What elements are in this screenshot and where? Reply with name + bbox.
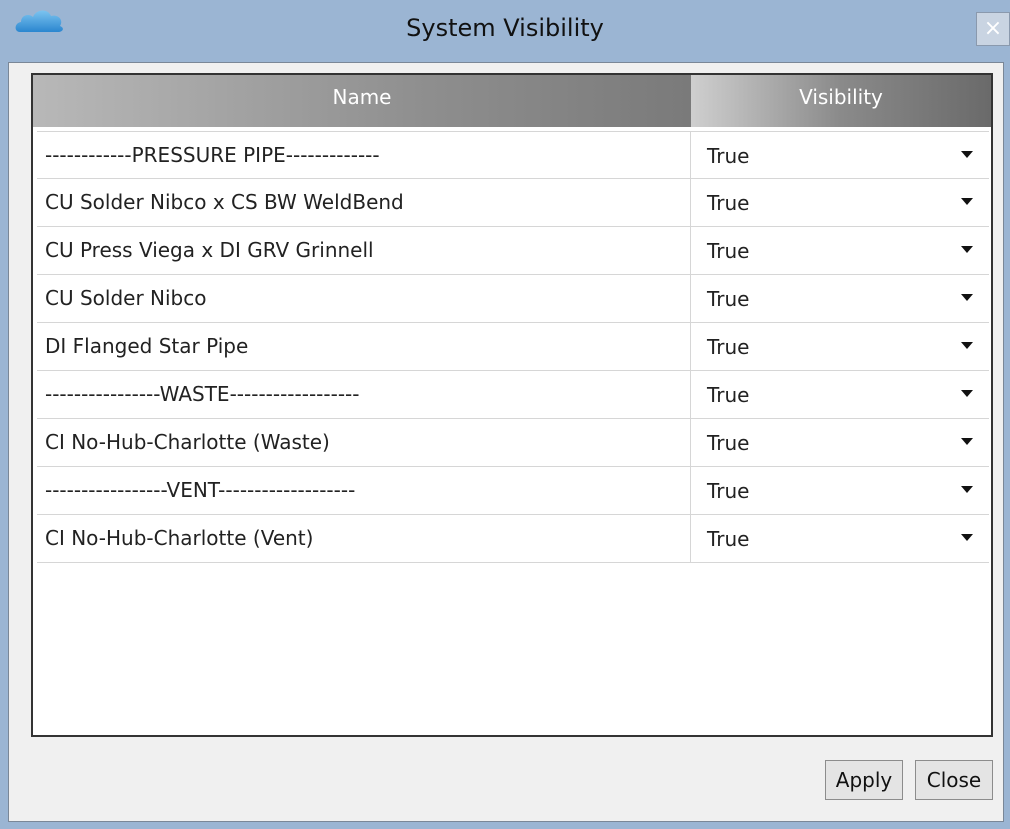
close-window-icon[interactable]: ×: [976, 12, 1010, 46]
visibility-dropdown[interactable]: True: [691, 467, 989, 514]
visibility-dropdown[interactable]: True: [691, 371, 989, 418]
visibility-dropdown[interactable]: True: [691, 323, 989, 370]
table-row[interactable]: CI No-Hub-Charlotte (Vent) True: [37, 515, 989, 563]
system-name-cell[interactable]: DI Flanged Star Pipe: [37, 323, 691, 370]
visibility-value: True: [707, 239, 750, 263]
table-row[interactable]: ----------------WASTE------------------ …: [37, 371, 989, 419]
chevron-down-icon[interactable]: [961, 390, 973, 397]
chevron-down-icon[interactable]: [961, 198, 973, 205]
table-row[interactable]: CI No-Hub-Charlotte (Waste) True: [37, 419, 989, 467]
visibility-value: True: [707, 383, 750, 407]
visibility-value: True: [707, 479, 750, 503]
table-row[interactable]: ------------PRESSURE PIPE------------- T…: [37, 131, 989, 179]
dialog-window: System Visibility × Name Visibility ----…: [0, 0, 1010, 829]
table-row[interactable]: DI Flanged Star Pipe True: [37, 323, 989, 371]
visibility-value: True: [707, 144, 750, 168]
visibility-dropdown[interactable]: True: [691, 132, 989, 179]
column-header-visibility[interactable]: Visibility: [691, 75, 991, 127]
system-name-cell[interactable]: ------------PRESSURE PIPE-------------: [37, 132, 691, 179]
system-grid: Name Visibility ------------PRESSURE PIP…: [31, 73, 993, 737]
dialog-body: Name Visibility ------------PRESSURE PIP…: [8, 62, 1004, 822]
window-title: System Visibility: [406, 14, 604, 42]
system-name-cell[interactable]: CI No-Hub-Charlotte (Waste): [37, 419, 691, 466]
table-row[interactable]: CU Solder Nibco True: [37, 275, 989, 323]
system-name-cell[interactable]: -----------------VENT-------------------: [37, 467, 691, 514]
visibility-value: True: [707, 335, 750, 359]
chevron-down-icon[interactable]: [961, 438, 973, 445]
close-button[interactable]: Close: [915, 760, 993, 800]
table-row[interactable]: -----------------VENT-------------------…: [37, 467, 989, 515]
table-row[interactable]: CU Press Viega x DI GRV Grinnell True: [37, 227, 989, 275]
system-name-cell[interactable]: CU Press Viega x DI GRV Grinnell: [37, 227, 691, 274]
chevron-down-icon[interactable]: [961, 151, 973, 158]
grid-rows: ------------PRESSURE PIPE------------- T…: [37, 131, 989, 563]
chevron-down-icon[interactable]: [961, 246, 973, 253]
visibility-value: True: [707, 527, 750, 551]
system-name-cell[interactable]: CU Solder Nibco x CS BW WeldBend: [37, 179, 691, 226]
visibility-value: True: [707, 431, 750, 455]
table-row[interactable]: CU Solder Nibco x CS BW WeldBend True: [37, 179, 989, 227]
visibility-dropdown[interactable]: True: [691, 419, 989, 466]
apply-button[interactable]: Apply: [825, 760, 903, 800]
chevron-down-icon[interactable]: [961, 294, 973, 301]
visibility-dropdown[interactable]: True: [691, 179, 989, 226]
visibility-dropdown[interactable]: True: [691, 275, 989, 322]
system-name-cell[interactable]: ----------------WASTE------------------: [37, 371, 691, 418]
visibility-value: True: [707, 287, 750, 311]
chevron-down-icon[interactable]: [961, 534, 973, 541]
grid-header: Name Visibility: [33, 75, 991, 127]
title-bar[interactable]: System Visibility ×: [0, 0, 1010, 60]
visibility-dropdown[interactable]: True: [691, 227, 989, 274]
visibility-dropdown[interactable]: True: [691, 515, 989, 562]
visibility-value: True: [707, 191, 750, 215]
system-name-cell[interactable]: CU Solder Nibco: [37, 275, 691, 322]
system-name-cell[interactable]: CI No-Hub-Charlotte (Vent): [37, 515, 691, 562]
chevron-down-icon[interactable]: [961, 486, 973, 493]
chevron-down-icon[interactable]: [961, 342, 973, 349]
column-header-name[interactable]: Name: [33, 75, 691, 127]
